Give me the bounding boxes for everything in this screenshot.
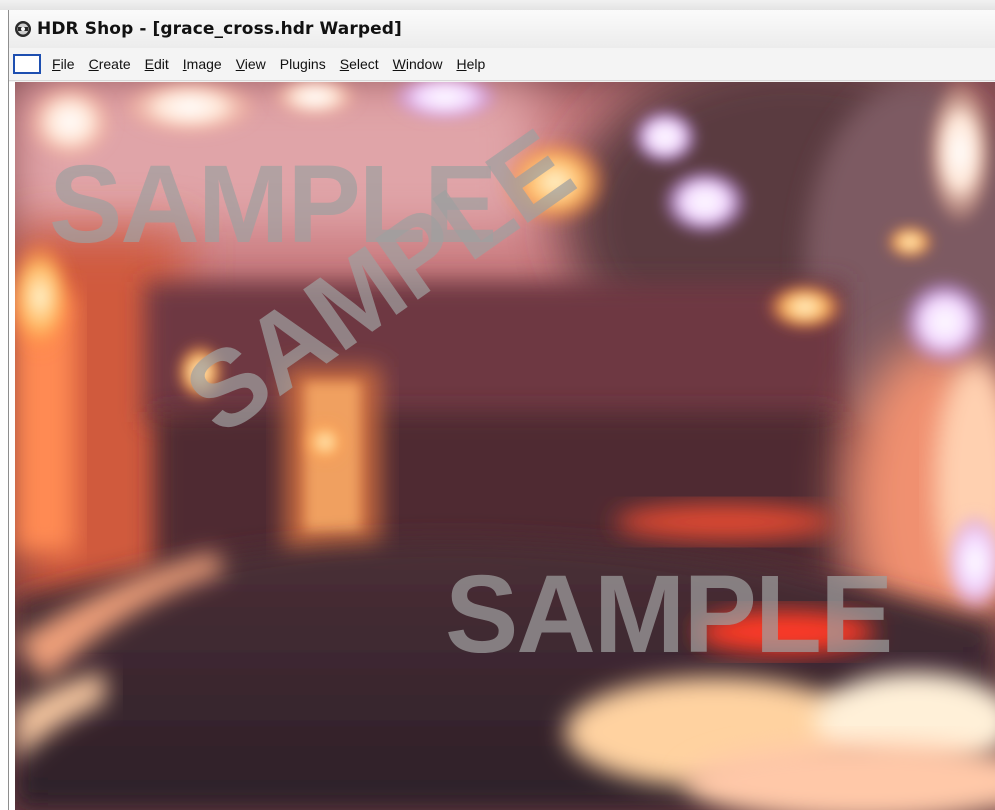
menu-accelerator: F — [52, 56, 61, 72]
document-icon[interactable] — [13, 54, 41, 74]
menu-help[interactable]: Help — [449, 48, 492, 80]
menu-window[interactable]: Window — [386, 48, 450, 80]
menu-view[interactable]: View — [229, 48, 273, 80]
menu-label: dit — [153, 56, 169, 72]
menu-create[interactable]: Create — [82, 48, 138, 80]
sample-watermark-3: SAMPLE — [445, 553, 893, 676]
app-window: HDR Shop - [grace_cross.hdr Warped] File… — [8, 10, 995, 810]
menu-accelerator: S — [339, 56, 350, 72]
menu-label: Plugins — [279, 56, 326, 72]
hdr-shop-app-icon[interactable] — [14, 20, 32, 38]
desktop-background — [0, 0, 995, 10]
menu-label: ile — [60, 56, 75, 72]
menu-label: elect — [349, 56, 379, 72]
menu-file[interactable]: File — [45, 48, 82, 80]
menu-bar: File Create Edit Image View Plugins Select Wind… — [9, 48, 995, 81]
menu-plugins[interactable]: Plugins — [273, 48, 333, 80]
menu-accelerator: C — [88, 56, 99, 72]
image-canvas[interactable]: SAMPLE SAMPLE SAMPLE — [15, 82, 995, 810]
menu-label: iew — [244, 56, 266, 72]
menu-label: elp — [466, 56, 486, 72]
menu-select[interactable]: Select — [333, 48, 386, 80]
menu-accelerator: W — [392, 56, 406, 72]
menu-label: reate — [98, 56, 131, 72]
menu-label: mage — [186, 56, 222, 72]
menu-label: indow — [405, 56, 443, 72]
menu-accelerator: H — [456, 56, 467, 72]
menu-edit[interactable]: Edit — [138, 48, 176, 80]
menu-image[interactable]: Image — [176, 48, 229, 80]
title-bar[interactable]: HDR Shop - [grace_cross.hdr Warped] — [9, 10, 995, 48]
menu-accelerator: V — [235, 56, 245, 72]
menu-accelerator: E — [144, 56, 154, 72]
window-title: HDR Shop - [grace_cross.hdr Warped] — [37, 19, 402, 39]
